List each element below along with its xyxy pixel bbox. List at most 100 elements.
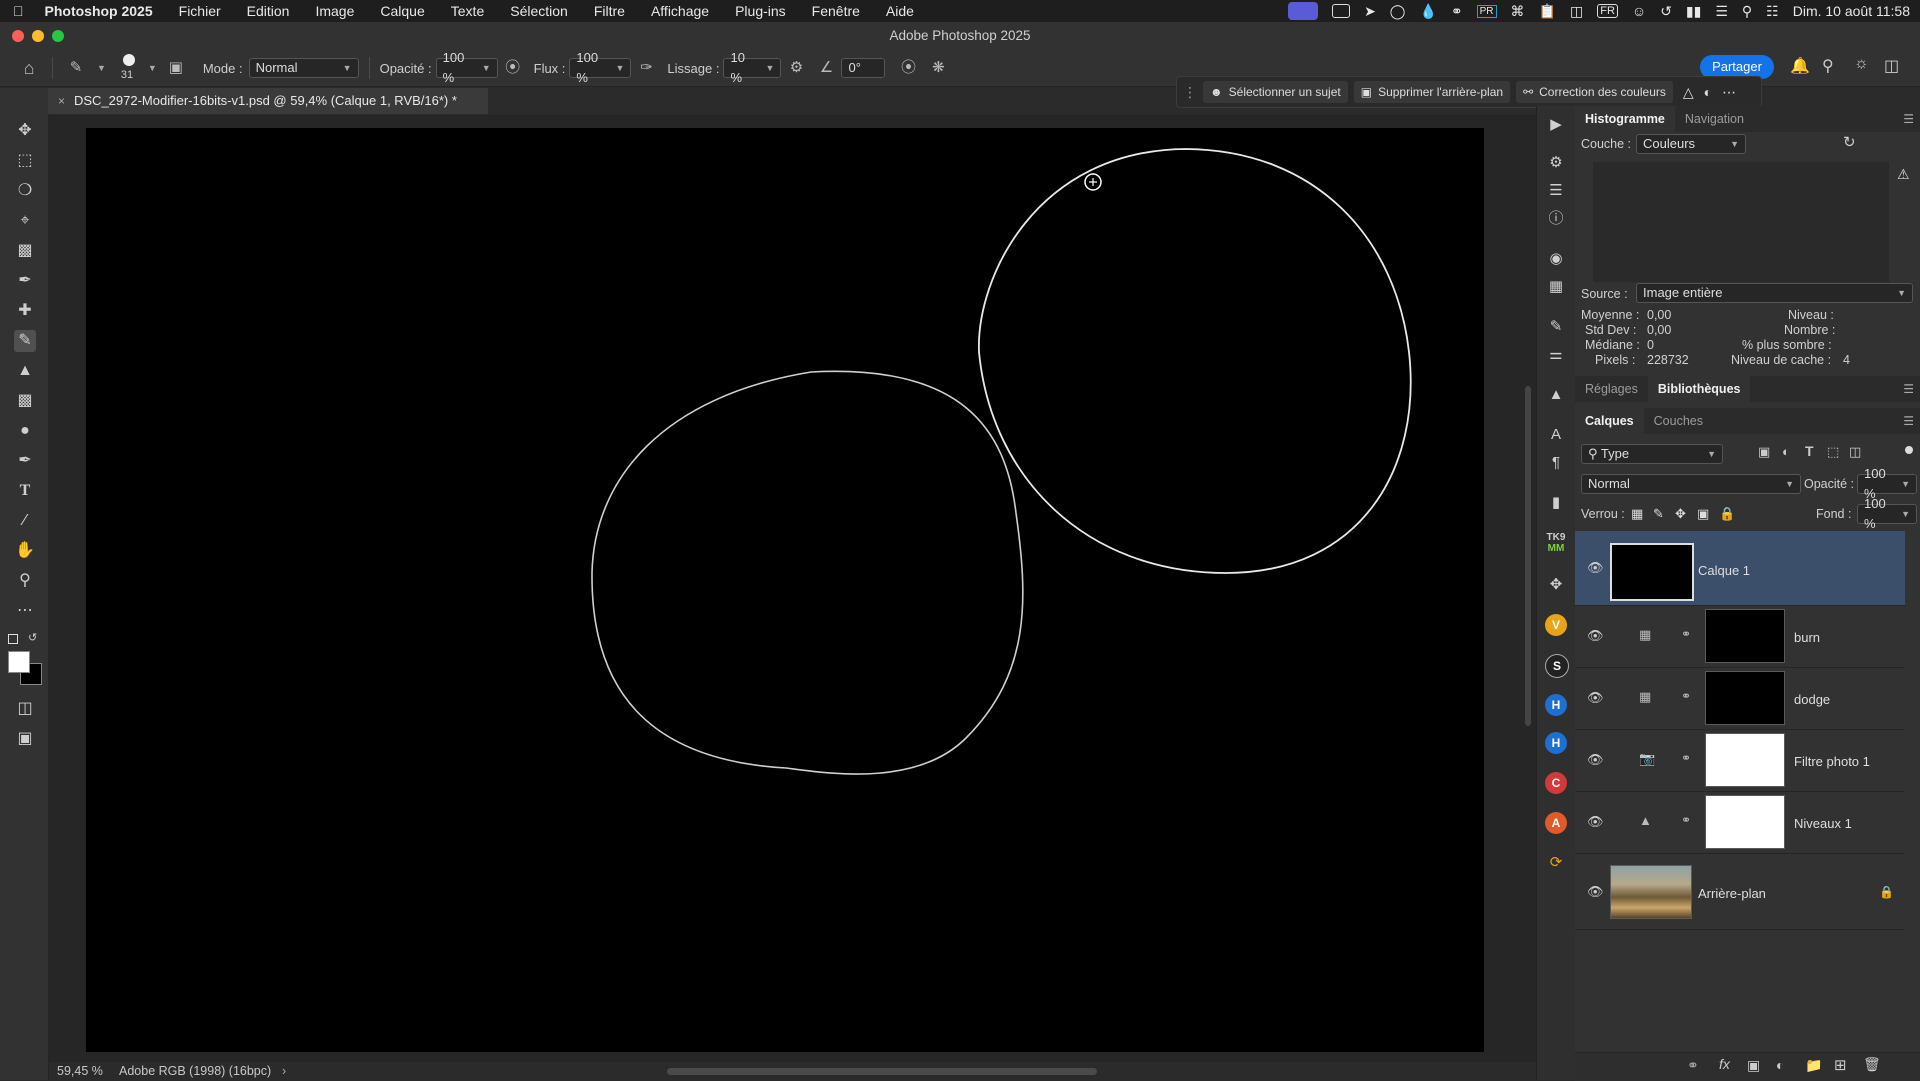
- trash-icon[interactable]: 🗑: [1863, 1056, 1881, 1073]
- layer-row-calque-1[interactable]: 👁 Calque 1: [1575, 531, 1905, 606]
- hand-tool-icon[interactable]: ✋: [14, 540, 36, 562]
- new-group-icon[interactable]: 📁: [1805, 1057, 1822, 1074]
- color-icon[interactable]: ◉: [1545, 248, 1567, 270]
- link-icon[interactable]: ⚭: [1681, 627, 1691, 641]
- layer-mask-thumbnail[interactable]: [1705, 609, 1785, 663]
- eye-icon[interactable]: 👁: [1587, 885, 1605, 898]
- tool-preset-chevron-icon[interactable]: ▼: [97, 63, 106, 73]
- layer-name[interactable]: Arrière-plan: [1698, 886, 1766, 901]
- object-selection-tool-icon[interactable]: ▩: [14, 240, 36, 262]
- zoom-window-button[interactable]: [52, 30, 64, 42]
- eye-icon[interactable]: 👁: [1587, 691, 1605, 704]
- layer-name[interactable]: Calque 1: [1698, 563, 1750, 578]
- minimize-window-button[interactable]: [32, 30, 44, 42]
- transform-icon[interactable]: △: [1683, 84, 1694, 101]
- fx-icon[interactable]: fx: [1719, 1056, 1730, 1072]
- tk9-plugin-icon[interactable]: TK9 MM: [1545, 532, 1567, 554]
- layer-name[interactable]: Filtre photo 1: [1794, 754, 1870, 769]
- lock-all-icon[interactable]: 🔒: [1719, 506, 1735, 522]
- menu-filtre[interactable]: Filtre: [581, 3, 638, 19]
- eye-icon[interactable]: 👁: [1587, 561, 1605, 574]
- layer-mask-thumbnail[interactable]: [1705, 795, 1785, 849]
- pressure-size-icon[interactable]: ⦿: [899, 59, 917, 77]
- lock-transparency-icon[interactable]: ▦: [1631, 506, 1643, 522]
- path-tool-panel-icon[interactable]: ✥: [1545, 574, 1567, 596]
- shortcut-icon[interactable]: ⌘: [1511, 3, 1525, 20]
- layer-name[interactable]: Niveaux 1: [1794, 816, 1852, 831]
- spotlight-icon[interactable]: ⚲: [1742, 3, 1752, 20]
- select-subject-button[interactable]: ☻ Sélectionner un sujet: [1203, 81, 1348, 103]
- pr-icon[interactable]: PR: [1476, 4, 1497, 18]
- quick-mask-icon[interactable]: ◫: [14, 698, 36, 720]
- histogram-panel-menu-icon[interactable]: ☰: [1903, 112, 1914, 126]
- filter-shape-icon[interactable]: ⬚: [1827, 444, 1839, 460]
- vertical-scrollbar[interactable]: [1525, 386, 1531, 726]
- lock-paint-icon[interactable]: ✎: [1653, 506, 1664, 522]
- search-icon[interactable]: ⚲: [1822, 56, 1834, 76]
- brush-preset-chevron-icon[interactable]: ▼: [148, 63, 157, 73]
- layer-mask-thumbnail[interactable]: [1705, 671, 1785, 725]
- source-select[interactable]: Image entière ▼: [1636, 283, 1913, 303]
- marquee-tool-icon[interactable]: ⬚: [14, 150, 36, 172]
- swap-colors-icon[interactable]: ↺: [28, 631, 37, 644]
- brush-tool-icon[interactable]: ✎: [67, 59, 85, 77]
- eye-icon[interactable]: 👁: [1587, 753, 1605, 766]
- move-tool-icon[interactable]: ✥: [14, 120, 36, 142]
- info-icon[interactable]: ⓘ: [1545, 208, 1567, 230]
- lock-icon[interactable]: 🔒: [1879, 885, 1894, 899]
- blend-mode-select[interactable]: Normal ▼: [1581, 474, 1801, 494]
- tab-reglages[interactable]: Réglages: [1575, 376, 1648, 402]
- add-mask-icon[interactable]: ▣: [1747, 1057, 1760, 1074]
- filter-type-icon[interactable]: T: [1805, 443, 1814, 459]
- layer-row-arriere-plan[interactable]: 👁 Arrière-plan 🔒: [1575, 853, 1905, 930]
- menu-app-name[interactable]: Photoshop 2025: [37, 3, 166, 19]
- healing-brush-tool-icon[interactable]: ✚: [14, 300, 36, 322]
- layer-opacity-field[interactable]: 100 % ▼: [1857, 466, 1917, 501]
- input-lang-badge[interactable]: FR: [1597, 4, 1618, 18]
- brush-tool-active-icon[interactable]: ✎: [14, 330, 36, 352]
- layer-mask-thumbnail[interactable]: [1705, 733, 1785, 787]
- layers-panel-menu-icon[interactable]: ☰: [1903, 414, 1914, 428]
- default-colors-icon[interactable]: [8, 634, 18, 644]
- horizontal-scrollbar[interactable]: [667, 1068, 1097, 1075]
- home-icon[interactable]: ⌂: [20, 59, 38, 77]
- timemachine-icon[interactable]: ↺: [1660, 3, 1672, 20]
- lissage-field[interactable]: 10 % ▼: [723, 50, 782, 85]
- tab-couches[interactable]: Couches: [1644, 408, 1713, 434]
- lock-position-icon[interactable]: ✥: [1675, 506, 1686, 522]
- screen-share-icon[interactable]: [1288, 2, 1319, 20]
- color-correction-button[interactable]: ⚯ Correction des couleurs: [1516, 81, 1673, 103]
- dodge-tool-icon[interactable]: ●: [14, 420, 36, 442]
- menu-plugins[interactable]: Plug-ins: [722, 3, 799, 19]
- lock-artboard-icon[interactable]: ▣: [1697, 506, 1709, 522]
- eyedropper-tool-icon[interactable]: ✒: [14, 270, 36, 292]
- properties-icon[interactable]: ☰: [1545, 180, 1567, 202]
- adjustments-panel-menu-icon[interactable]: ☰: [1903, 382, 1914, 396]
- new-layer-icon[interactable]: ⊞: [1834, 1056, 1847, 1074]
- lasso-tool-icon[interactable]: ❍: [14, 180, 36, 202]
- link-layers-icon[interactable]: ⚭: [1687, 1057, 1699, 1074]
- tab-calques[interactable]: Calques: [1575, 408, 1644, 434]
- brush-preset-picker[interactable]: 31: [118, 53, 142, 83]
- couche-select[interactable]: Couleurs ▼: [1636, 134, 1746, 154]
- opacity-field[interactable]: 100 % ▼: [435, 50, 498, 85]
- workspace-icon[interactable]: ◫: [1884, 56, 1899, 76]
- link-icon[interactable]: ⚭: [1681, 751, 1691, 765]
- pressure-opacity-icon[interactable]: ⦿: [504, 59, 522, 77]
- screen-mode-icon[interactable]: ▣: [14, 728, 36, 750]
- foreground-color-swatch[interactable]: [8, 651, 30, 673]
- play-actions-icon[interactable]: ▶: [1545, 114, 1567, 136]
- menu-fichier[interactable]: Fichier: [166, 3, 234, 19]
- h-plugin-icon-1[interactable]: H: [1545, 694, 1567, 716]
- menu-texte[interactable]: Texte: [438, 3, 497, 19]
- menu-selection[interactable]: Sélection: [497, 3, 581, 19]
- more-options-icon[interactable]: ⋯: [1722, 84, 1736, 101]
- plugin-panel-icon[interactable]: ▮: [1545, 492, 1567, 514]
- layer-name[interactable]: burn: [1794, 630, 1820, 645]
- cc-icon[interactable]: ⚭: [1451, 3, 1463, 20]
- status-chevron-icon[interactable]: ›: [282, 1062, 286, 1080]
- angle-field[interactable]: 0°: [841, 58, 886, 78]
- tab-bibliotheques[interactable]: Bibliothèques: [1647, 376, 1751, 402]
- menu-image[interactable]: Image: [302, 3, 367, 19]
- airbrush-icon[interactable]: ✑: [637, 59, 655, 77]
